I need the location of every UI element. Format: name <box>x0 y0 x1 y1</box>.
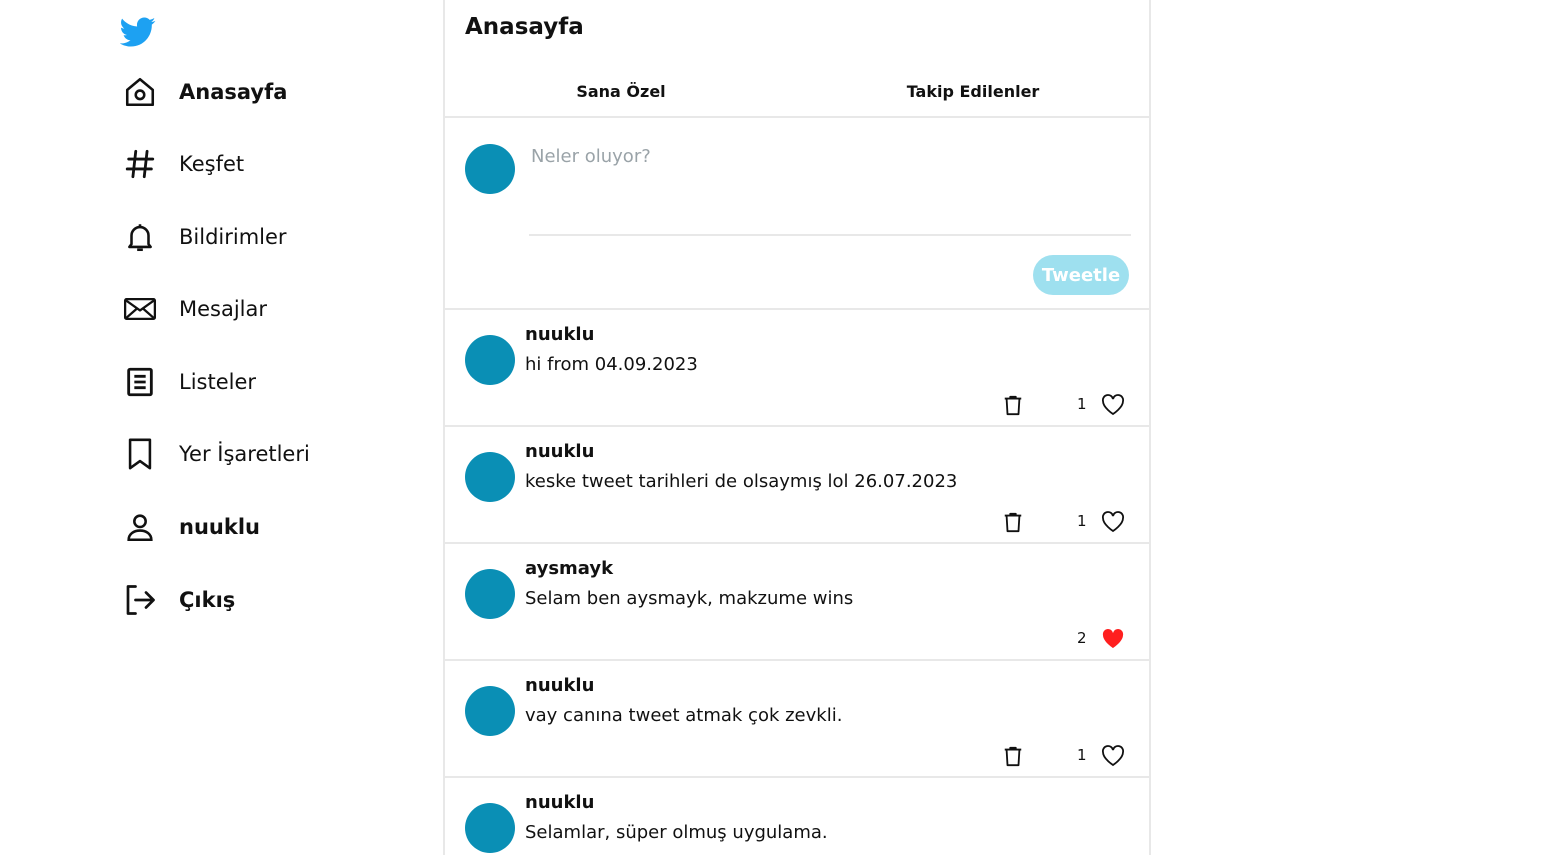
logout-icon <box>118 578 162 622</box>
avatar[interactable] <box>465 686 515 736</box>
avatar[interactable] <box>465 569 515 619</box>
page-title: Anasayfa <box>465 14 584 40</box>
heart-icon[interactable] <box>1100 743 1126 769</box>
twitter-bird-icon[interactable] <box>119 14 156 50</box>
like-count: 2 <box>1077 629 1087 647</box>
tweet-item: aysmayk Selam ben aysmayk, makzume wins … <box>445 544 1149 661</box>
tweet-actions: 2 <box>445 624 1149 654</box>
bookmark-icon <box>118 432 162 476</box>
trash-icon[interactable] <box>1000 743 1026 769</box>
timeline-tabs: Sana Özel Takip Edilenler <box>445 66 1149 118</box>
tweet-author[interactable]: aysmayk <box>525 558 613 579</box>
tweet-text: hi from 04.09.2023 <box>525 354 698 375</box>
tweet-author[interactable]: nuuklu <box>525 675 594 696</box>
avatar[interactable] <box>465 803 515 853</box>
trash-icon[interactable] <box>1000 392 1026 418</box>
tweet-item: nuuklu hi from 04.09.2023 1 <box>445 310 1149 427</box>
tweet-text: keske tweet tarihleri de olsaymış lol 26… <box>525 471 958 492</box>
tab-for-you[interactable]: Sana Özel <box>445 66 797 116</box>
main-timeline: Anasayfa Sana Özel Takip Edilenler Tweet… <box>443 0 1151 855</box>
sidebar-item-notifications[interactable]: Bildirimler <box>118 215 287 259</box>
envelope-icon <box>118 287 162 331</box>
sidebar-item-lists[interactable]: Listeler <box>118 360 256 404</box>
tweet-author[interactable]: nuuklu <box>525 324 594 345</box>
sidebar-item-label: Bildirimler <box>179 225 287 249</box>
home-icon <box>118 70 162 114</box>
sidebar-item-bookmarks[interactable]: Yer İşaretleri <box>118 432 310 476</box>
sidebar-item-label: nuuklu <box>179 515 260 539</box>
tweet-item: nuuklu Selamlar, süper olmuş uygulama. <box>445 778 1149 855</box>
tweet-actions: 1 <box>445 507 1149 537</box>
trash-icon[interactable] <box>1000 509 1026 535</box>
tweet-text: vay canına tweet atmak çok zevkli. <box>525 705 843 726</box>
heart-icon[interactable] <box>1100 392 1126 418</box>
avatar <box>465 144 515 194</box>
like-count: 1 <box>1077 746 1087 764</box>
tweet-author[interactable]: nuuklu <box>525 441 594 462</box>
sidebar-item-label: Mesajlar <box>179 297 268 321</box>
sidebar-item-home[interactable]: Anasayfa <box>118 70 287 114</box>
tweet-text: Selamlar, süper olmuş uygulama. <box>525 822 828 843</box>
like-count: 1 <box>1077 512 1087 530</box>
sidebar-item-profile[interactable]: nuuklu <box>118 505 260 549</box>
heart-filled-icon[interactable] <box>1100 626 1126 652</box>
sidebar-item-label: Listeler <box>179 370 257 394</box>
sidebar-item-label: Çıkış <box>179 588 236 612</box>
heart-icon[interactable] <box>1100 509 1126 535</box>
sidebar: Anasayfa Keşfet Bildirimler Mesajlar Lis… <box>0 0 443 855</box>
tweet-text: Selam ben aysmayk, makzume wins <box>525 588 854 609</box>
like-count: 1 <box>1077 395 1087 413</box>
bell-icon <box>118 215 162 259</box>
sidebar-item-messages[interactable]: Mesajlar <box>118 287 267 331</box>
tweet-author[interactable]: nuuklu <box>525 792 594 813</box>
tweet-actions: 1 <box>445 741 1149 771</box>
user-icon <box>118 505 162 549</box>
avatar[interactable] <box>465 335 515 385</box>
compose-input[interactable] <box>529 140 1131 236</box>
sidebar-item-label: Keşfet <box>179 152 245 176</box>
tweet-item: nuuklu keske tweet tarihleri de olsaymış… <box>445 427 1149 544</box>
sidebar-item-explore[interactable]: Keşfet <box>118 142 244 186</box>
tweet-item: nuuklu vay canına tweet atmak çok zevkli… <box>445 661 1149 778</box>
tab-following[interactable]: Takip Edilenler <box>797 66 1149 116</box>
tweet-actions: 1 <box>445 390 1149 420</box>
sidebar-item-label: Anasayfa <box>179 80 288 104</box>
hashtag-icon <box>118 142 162 186</box>
sidebar-item-label: Yer İşaretleri <box>179 442 310 466</box>
avatar[interactable] <box>465 452 515 502</box>
tweet-button[interactable]: Tweetle <box>1033 255 1129 295</box>
sidebar-item-logout[interactable]: Çıkış <box>118 578 235 622</box>
tweet-composer: Tweetle <box>445 118 1149 310</box>
list-icon <box>118 360 162 404</box>
